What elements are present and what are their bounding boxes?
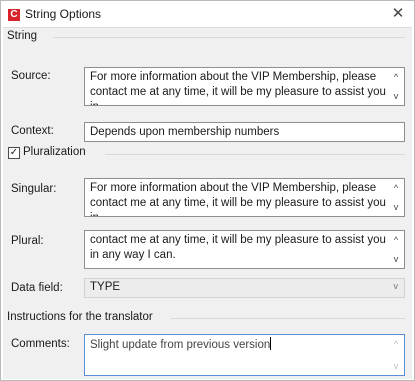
section-header-pluralization: Pluralization	[23, 146, 90, 158]
context-text: Depends upon membership numbers	[90, 126, 280, 138]
singular-text: For more information about the VIP Membe…	[90, 182, 386, 216]
singular-textarea[interactable]: For more information about the VIP Membe…	[84, 178, 405, 217]
data-field-value: TYPE	[90, 281, 121, 293]
text-caret	[270, 337, 272, 350]
source-textarea[interactable]: For more information about the VIP Membe…	[84, 67, 405, 106]
context-label: Context:	[11, 125, 54, 137]
comments-label: Comments:	[11, 338, 70, 350]
plural-scrollbar[interactable]: ^ v	[388, 231, 404, 268]
plural-label: Plural:	[11, 235, 44, 247]
scroll-down-icon[interactable]: v	[391, 91, 401, 101]
string-options-dialog: C String Options ✕ String Source: For mo…	[0, 0, 415, 381]
singular-label: Singular:	[11, 183, 57, 195]
scroll-down-icon[interactable]: v	[391, 202, 401, 212]
scroll-down-icon[interactable]: v	[391, 254, 401, 264]
chevron-down-icon[interactable]: v	[394, 281, 399, 291]
singular-scrollbar[interactable]: ^ v	[388, 179, 404, 216]
app-logo-icon: C	[8, 9, 20, 21]
close-icon[interactable]: ✕	[388, 4, 408, 24]
plural-text: contact me at any time, it will be my pl…	[90, 234, 386, 261]
dialog-body: String Source: For more information abou…	[3, 27, 412, 379]
scroll-down-icon[interactable]: v	[391, 361, 401, 371]
section-divider	[105, 154, 405, 155]
dialog-title: String Options	[25, 7, 102, 21]
source-text: For more information about the VIP Membe…	[90, 71, 386, 105]
section-header-instructions: Instructions for the translator	[7, 311, 157, 323]
section-divider	[53, 37, 405, 38]
section-header-string: String	[7, 30, 42, 42]
source-label: Source:	[11, 70, 51, 82]
scroll-up-icon[interactable]: ^	[391, 72, 401, 82]
plural-textarea[interactable]: contact me at any time, it will be my pl…	[84, 230, 405, 269]
data-field-select[interactable]: TYPE v	[84, 278, 405, 298]
section-divider	[171, 318, 405, 319]
source-scrollbar[interactable]: ^ v	[388, 68, 404, 105]
data-field-label: Data field:	[11, 282, 63, 294]
pluralization-checkbox[interactable]: ✓	[8, 147, 20, 159]
scroll-up-icon[interactable]: ^	[391, 183, 401, 193]
context-input[interactable]: Depends upon membership numbers	[84, 122, 405, 142]
scroll-up-icon[interactable]: ^	[391, 339, 401, 349]
comments-textarea[interactable]: Slight update from previous version ^ v	[84, 334, 405, 376]
title-bar: C String Options ✕	[1, 1, 414, 27]
comments-text: Slight update from previous version	[90, 339, 271, 351]
comments-scrollbar[interactable]: ^ v	[388, 335, 404, 375]
scroll-up-icon[interactable]: ^	[391, 235, 401, 245]
